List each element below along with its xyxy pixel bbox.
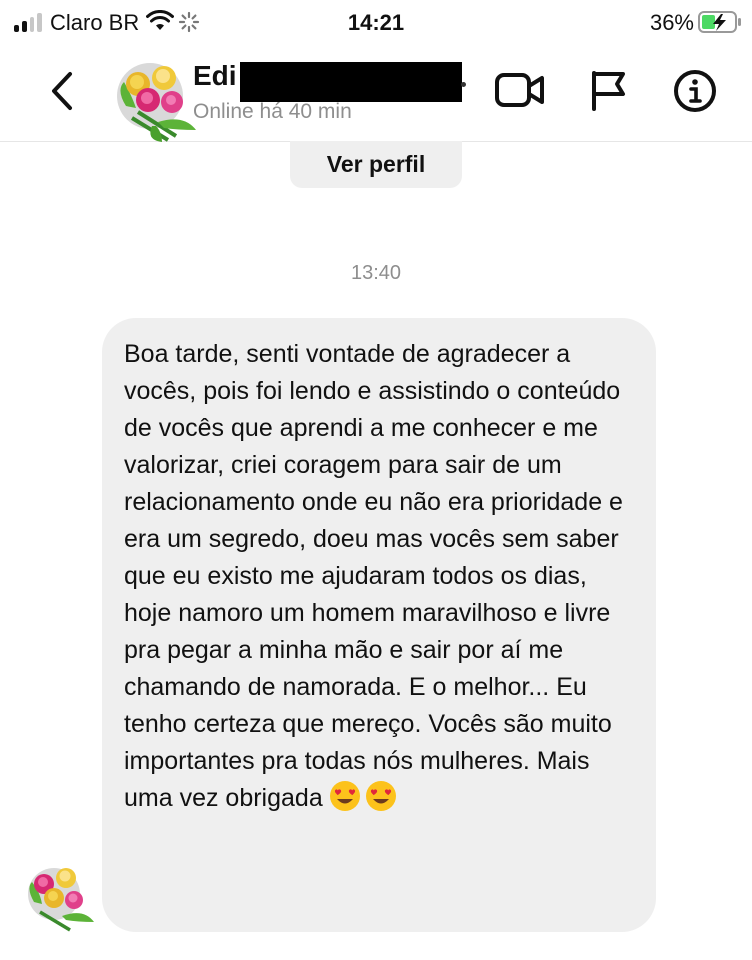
message-body: Boa tarde, senti vontade de agradecer a … xyxy=(124,340,623,812)
name-dot xyxy=(461,82,466,87)
avatar[interactable] xyxy=(112,56,202,142)
info-icon[interactable] xyxy=(672,68,718,114)
contact-name[interactable]: Edi xyxy=(193,60,237,92)
heart-eyes-emoji xyxy=(365,781,396,811)
flag-icon[interactable] xyxy=(586,68,630,112)
video-call-icon[interactable] xyxy=(494,70,546,110)
battery-percent: 36% xyxy=(649,10,694,35)
name-redaction xyxy=(240,62,462,102)
chat-screen: Claro BR 14:21 36% Edi Online há 40 min … xyxy=(0,0,752,960)
heart-eyes-emoji xyxy=(329,781,360,811)
message-timestamp: 13:40 xyxy=(350,262,402,284)
emoji-row xyxy=(329,780,401,823)
chat-header: Edi Online há 40 min xyxy=(0,46,752,142)
sender-avatar[interactable] xyxy=(24,858,98,932)
view-profile-button[interactable]: Ver perfil xyxy=(290,141,462,188)
online-status: Online há 40 min xyxy=(193,100,352,123)
message-bubble[interactable]: Boa tarde, senti vontade de agradecer a … xyxy=(102,318,656,932)
message-text: Boa tarde, senti vontade de agradecer a … xyxy=(124,336,640,823)
battery-charging-icon xyxy=(698,11,741,33)
back-icon[interactable] xyxy=(42,68,82,114)
clock: 14:21 xyxy=(347,10,405,35)
status-bar: Claro BR 14:21 36% xyxy=(0,0,752,46)
